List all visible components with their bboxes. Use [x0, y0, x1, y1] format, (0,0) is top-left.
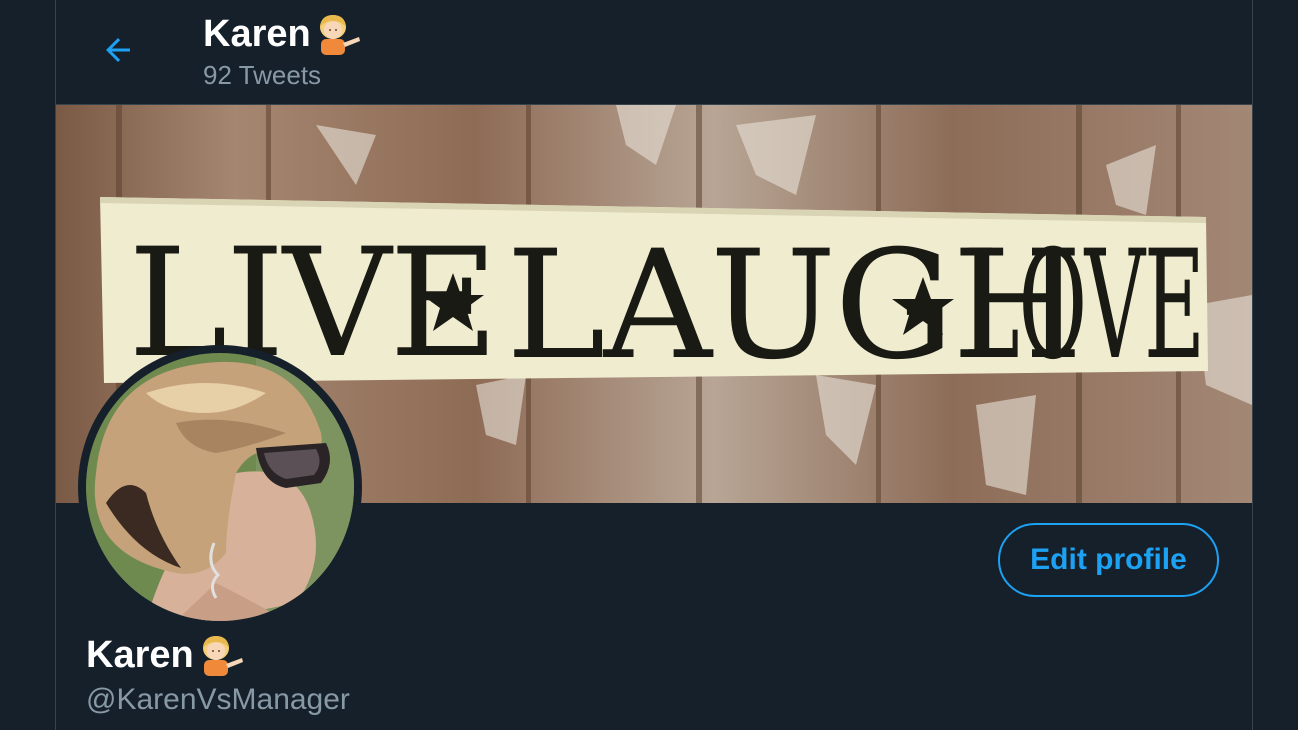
arrow-left-icon — [106, 38, 130, 62]
profile-header-bar: Karen 92 Tweets — [56, 0, 1252, 105]
profile-handle: @KarenVsManager — [86, 683, 350, 716]
woman-tipping-hand-emoji — [202, 636, 243, 676]
profile-name-text: Karen — [86, 634, 194, 676]
back-button[interactable] — [90, 22, 146, 78]
header-display-name: Karen — [203, 12, 361, 56]
profile-display-name: Karen — [86, 633, 244, 677]
svg-text:LOVE: LOVE — [964, 219, 1204, 393]
woman-tipping-hand-emoji — [319, 15, 360, 55]
profile-column: Karen 92 Tweets LIVE LAUGH LOVE Edit pro… — [55, 0, 1253, 730]
edit-profile-button[interactable]: Edit profile — [998, 523, 1219, 597]
sign-word-love: LOVE — [964, 219, 1204, 393]
tweet-count: 92 Tweets — [203, 60, 322, 90]
header-name-text: Karen — [203, 13, 311, 55]
avatar[interactable] — [78, 345, 362, 629]
avatar-photo — [86, 353, 354, 621]
